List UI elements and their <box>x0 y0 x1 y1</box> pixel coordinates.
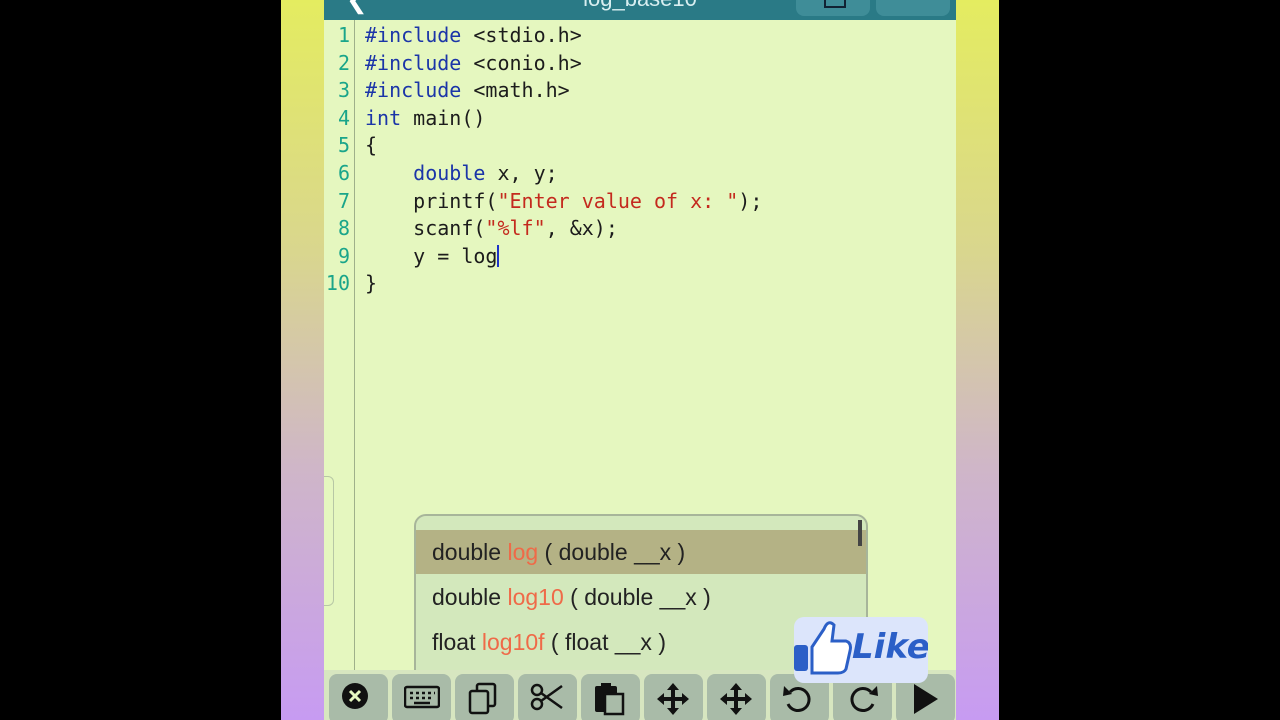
like-sticker: Like <box>794 617 928 683</box>
line-number: 4 <box>337 105 350 130</box>
keyboard-button[interactable] <box>392 674 451 720</box>
code-line[interactable]: 6 double x, y; <box>324 160 956 188</box>
move-button[interactable] <box>644 674 703 720</box>
suggestion-item[interactable]: double log10 ( double __x ) <box>416 575 866 619</box>
code-area[interactable]: 1 #include <stdio.h> 2 #include <conio.h> 3 #… <box>324 22 956 298</box>
line-text: printf("Enter value of x: "); <box>365 188 762 216</box>
keyword-token: int <box>365 105 402 130</box>
code-line[interactable]: 1 #include <stdio.h> <box>324 22 956 50</box>
suggestion-item[interactable]: double log ( double __x ) <box>416 530 866 574</box>
popup-scrollbar[interactable] <box>858 520 862 546</box>
code-token: ); <box>738 188 763 213</box>
code-line[interactable]: 9 y = log <box>324 243 956 271</box>
scissors-button[interactable] <box>518 674 577 720</box>
save-icon <box>824 0 846 8</box>
settings-button[interactable] <box>876 0 950 16</box>
move-icon <box>656 683 689 715</box>
line-text: y = log <box>365 243 500 271</box>
code-token: printf( <box>365 188 498 213</box>
function-name: log <box>507 539 539 565</box>
move-icon <box>719 683 752 715</box>
line-text: scanf("%lf", &x); <box>365 215 618 243</box>
line-text: #include <conio.h> <box>365 50 582 78</box>
phone-frame: ❮ log_base10 1 #include <stdio.h> 2 #includ… <box>281 0 999 720</box>
line-text: { <box>365 132 377 160</box>
string-token: "%lf" <box>485 216 546 241</box>
code-line[interactable]: 3 #include <math.h> <box>324 77 956 105</box>
line-number: 3 <box>337 78 350 103</box>
close-button[interactable] <box>329 674 388 720</box>
code-token: main() <box>401 105 486 130</box>
like-label: Like <box>852 627 928 667</box>
save-button[interactable] <box>796 0 870 16</box>
copy-button[interactable] <box>455 674 514 720</box>
line-number: 10 <box>325 271 350 296</box>
scissors-icon <box>530 683 563 711</box>
code-token: <conio.h> <box>461 50 582 75</box>
code-line[interactable]: 4 int main() <box>324 105 956 133</box>
function-name: log10 <box>507 584 564 610</box>
code-line[interactable]: 10} <box>324 270 956 298</box>
function-args: ( float __x ) <box>544 629 666 655</box>
text-cursor <box>497 244 500 267</box>
code-editor-app: ❮ log_base10 1 #include <stdio.h> 2 #includ… <box>324 0 956 720</box>
paste-button[interactable] <box>581 674 640 720</box>
code-token: y = log <box>365 243 498 268</box>
line-text: double x, y; <box>365 160 558 188</box>
code-token: <stdio.h> <box>461 23 582 47</box>
drawer-handle[interactable] <box>324 476 334 606</box>
code-line[interactable]: 7 printf("Enter value of x: "); <box>324 188 956 216</box>
title-bar: ❮ log_base10 <box>324 0 956 20</box>
return-type: double <box>432 539 508 565</box>
close-icon <box>341 683 368 709</box>
code-line[interactable]: 5{ <box>324 132 956 160</box>
line-number: 9 <box>337 243 350 268</box>
keyword-token: double <box>413 160 486 185</box>
copy-icon <box>468 682 496 715</box>
code-token: scanf( <box>365 216 486 241</box>
line-number: 6 <box>337 160 350 185</box>
code-line[interactable]: 8 scanf("%lf", &x); <box>324 215 956 243</box>
move-button[interactable] <box>707 674 766 720</box>
line-text: #include <math.h> <box>365 77 570 105</box>
line-number: 5 <box>337 133 350 158</box>
return-type: double <box>432 584 508 610</box>
line-text: #include <stdio.h> <box>365 22 582 50</box>
line-number: 2 <box>337 50 350 75</box>
function-name: log10f <box>481 629 545 655</box>
line-text: } <box>365 270 377 298</box>
code-token: <math.h> <box>461 78 570 103</box>
return-type: float <box>432 629 482 655</box>
keyword-token: #include <box>365 23 462 47</box>
keyword-token: #include <box>365 78 462 103</box>
function-args: ( double __x ) <box>563 584 711 610</box>
play-icon <box>913 684 938 714</box>
code-token: { <box>365 133 378 158</box>
code-token: , &x); <box>545 216 618 241</box>
line-number: 8 <box>337 216 350 241</box>
line-number: 7 <box>337 188 350 213</box>
line-text: int main() <box>365 105 485 133</box>
function-args: ( double __x ) <box>538 539 686 565</box>
line-number: 1 <box>337 23 350 47</box>
code-token: } <box>365 271 378 296</box>
code-token: x, y; <box>485 160 558 185</box>
code-line[interactable]: 2 #include <conio.h> <box>324 50 956 78</box>
keyword-token: #include <box>365 50 462 75</box>
string-token: "Enter value of x: " <box>497 188 739 213</box>
paste-icon <box>594 683 624 716</box>
redo-icon <box>849 686 878 712</box>
undo-icon <box>782 686 811 712</box>
keyboard-icon <box>403 685 440 709</box>
